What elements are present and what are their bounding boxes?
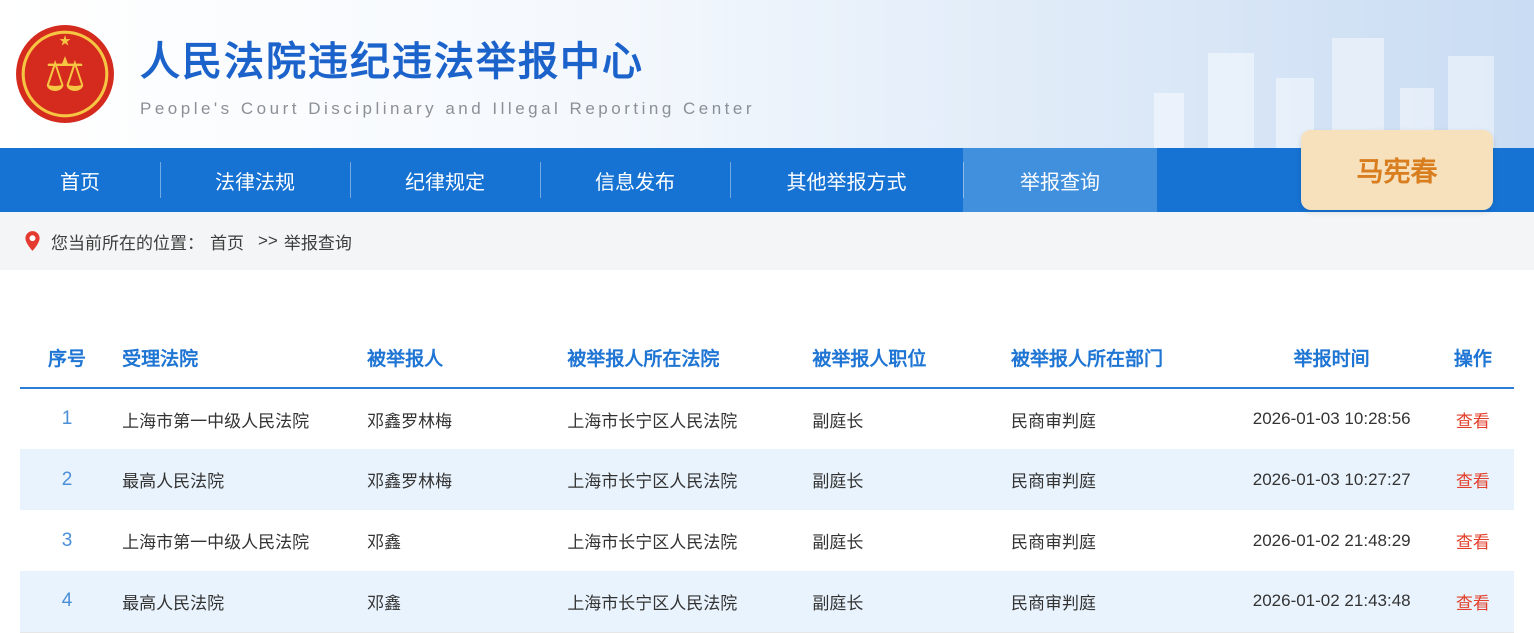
col-header-time: 举报时间 [1232,332,1432,388]
breadcrumb-separator: >> [258,231,278,251]
user-name-button[interactable]: 马宪春 [1301,130,1493,210]
site-subtitle: People's Court Disciplinary and Illegal … [140,99,755,119]
row-reported: 邓鑫罗林梅 [359,449,559,510]
row-reported-court: 上海市长宁区人民法院 [559,510,804,571]
row-no: 4 [20,571,114,632]
col-header-reported-court: 被举报人所在法院 [559,332,804,388]
location-pin-icon [24,230,41,252]
row-position: 副庭长 [804,510,1003,571]
breadcrumb: 您当前所在的位置： 首页 >> 举报查询 [0,212,1534,270]
site-title: 人民法院违纪违法举报中心 [140,29,755,87]
row-reported: 邓鑫 [359,571,559,632]
court-emblem-icon: ⚖ ★ [14,23,116,125]
skyline-decoration [1014,0,1534,148]
nav-item-discipline[interactable]: 纪律规定 [350,148,540,212]
col-header-court: 受理法院 [114,332,359,388]
svg-text:⚖: ⚖ [44,48,86,100]
row-no: 3 [20,510,114,571]
row-time: 2026-01-03 10:28:56 [1232,388,1432,449]
table-row: 1 上海市第一中级人民法院 邓鑫罗林梅 上海市长宁区人民法院 副庭长 民商审判庭… [20,388,1514,449]
row-no: 1 [20,388,114,449]
row-time: 2026-01-02 21:43:48 [1232,571,1432,632]
row-position: 副庭长 [804,388,1003,449]
row-department: 民商审判庭 [1003,388,1232,449]
row-no: 2 [20,449,114,510]
nav-item-other-report-methods[interactable]: 其他举报方式 [730,148,963,212]
table-row: 2 最高人民法院 邓鑫罗林梅 上海市长宁区人民法院 副庭长 民商审判庭 2026… [20,449,1514,510]
col-header-department: 被举报人所在部门 [1003,332,1232,388]
table-row: 4 最高人民法院 邓鑫 上海市长宁区人民法院 副庭长 民商审判庭 2026-01… [20,571,1514,632]
col-header-reported: 被举报人 [359,332,559,388]
row-court: 上海市第一中级人民法院 [114,388,359,449]
nav-item-home[interactable]: 首页 [0,148,160,212]
row-position: 副庭长 [804,571,1003,632]
row-time: 2026-01-02 21:48:29 [1232,510,1432,571]
breadcrumb-home-link[interactable]: 首页 [210,229,244,254]
row-court: 最高人民法院 [114,571,359,632]
col-header-action: 操作 [1432,332,1514,388]
row-court: 上海市第一中级人民法院 [114,510,359,571]
row-court: 最高人民法院 [114,449,359,510]
breadcrumb-label: 您当前所在的位置： [51,229,204,254]
row-reported: 邓鑫罗林梅 [359,388,559,449]
report-query-content: 序号 受理法院 被举报人 被举报人所在法院 被举报人职位 被举报人所在部门 举报… [0,270,1534,633]
view-link[interactable]: 查看 [1456,594,1490,613]
row-department: 民商审判庭 [1003,510,1232,571]
col-header-no: 序号 [20,332,114,388]
main-nav: 首页 法律法规 纪律规定 信息发布 其他举报方式 举报查询 马宪春 [0,148,1534,212]
breadcrumb-current: 举报查询 [284,229,352,254]
report-table: 序号 受理法院 被举报人 被举报人所在法院 被举报人职位 被举报人所在部门 举报… [20,332,1514,633]
col-header-position: 被举报人职位 [804,332,1003,388]
view-link[interactable]: 查看 [1456,412,1490,431]
row-position: 副庭长 [804,449,1003,510]
nav-item-info[interactable]: 信息发布 [540,148,730,212]
nav-item-laws[interactable]: 法律法规 [160,148,350,212]
view-link[interactable]: 查看 [1456,472,1490,491]
svg-text:★: ★ [59,33,72,49]
site-header: ⚖ ★ 人民法院违纪违法举报中心 People's Court Discipli… [0,0,1534,148]
row-reported: 邓鑫 [359,510,559,571]
row-reported-court: 上海市长宁区人民法院 [559,571,804,632]
table-row: 3 上海市第一中级人民法院 邓鑫 上海市长宁区人民法院 副庭长 民商审判庭 20… [20,510,1514,571]
row-department: 民商审判庭 [1003,449,1232,510]
nav-item-report-query[interactable]: 举报查询 [963,148,1157,212]
row-department: 民商审判庭 [1003,571,1232,632]
view-link[interactable]: 查看 [1456,533,1490,552]
site-titles: 人民法院违纪违法举报中心 People's Court Disciplinary… [140,29,755,119]
table-header-row: 序号 受理法院 被举报人 被举报人所在法院 被举报人职位 被举报人所在部门 举报… [20,332,1514,388]
row-reported-court: 上海市长宁区人民法院 [559,449,804,510]
row-reported-court: 上海市长宁区人民法院 [559,388,804,449]
row-time: 2026-01-03 10:27:27 [1232,449,1432,510]
